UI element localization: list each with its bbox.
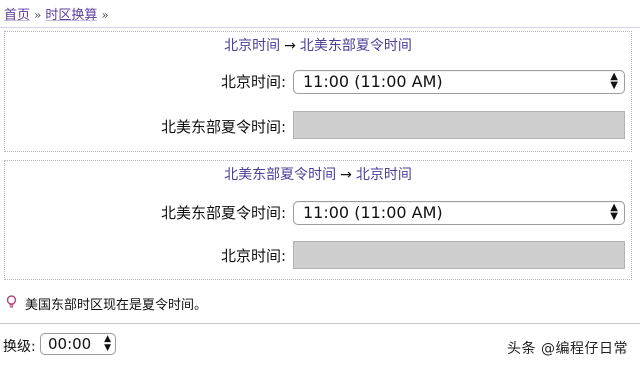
breadcrumb: 首页» 时区换算» [4, 4, 113, 23]
dst-note-text: 美国东部时区现在是夏令时间。 [25, 298, 208, 313]
arrow-right-icon: → [340, 167, 352, 183]
watermark: 头条 @编程仔日常 [507, 341, 628, 357]
zoom-select[interactable]: 00:00 ▲ ▼ [40, 333, 116, 355]
footer-divider [0, 323, 640, 324]
breadcrumb-separator: » [34, 8, 42, 22]
edt-time-label: 北美东部夏令时间: [160, 118, 286, 136]
beijing-time-output-label: 北京时间: [220, 247, 286, 265]
breadcrumb-separator: » [101, 8, 109, 22]
beijing-time-result [293, 241, 625, 269]
dst-note: 美国东部时区现在是夏令时间。 [6, 294, 207, 313]
breadcrumb-timezone-link[interactable]: 时区换算 [45, 8, 97, 23]
panel-title-to: 北美东部夏令时间 [299, 38, 412, 54]
select-arrows-icon: ▲ ▼ [104, 334, 111, 353]
select-arrows-icon: ▲ ▼ [610, 71, 618, 91]
edt-time-select-value: 11:00 (11:00 AM) [303, 203, 443, 222]
beijing-to-edt-panel: 北京时间 → 北美东部夏令时间 北京时间: 11:00 (11:00 AM) ▲ ▼ … [4, 31, 632, 152]
zoom-label: 换级: [3, 339, 36, 355]
panel-title-to: 北京时间 [355, 167, 412, 183]
panel-title-from: 北美东部夏令时间 [224, 167, 337, 183]
zoom-select-value: 00:00 [48, 335, 92, 353]
panel-title-from: 北京时间 [224, 38, 281, 54]
select-arrows-icon: ▲ ▼ [610, 202, 618, 222]
edt-time-result [293, 111, 625, 139]
beijing-time-select[interactable]: 11:00 (11:00 AM) ▲ ▼ [293, 70, 625, 94]
panel-title: 北京时间 → 北美东部夏令时间 [5, 35, 631, 55]
breadcrumb-home-link[interactable]: 首页 [4, 8, 30, 23]
beijing-time-select-value: 11:00 (11:00 AM) [303, 72, 443, 91]
header-divider [0, 27, 640, 28]
lightbulb-icon [6, 294, 17, 313]
beijing-time-label: 北京时间: [220, 73, 286, 91]
edt-time-select[interactable]: 11:00 (11:00 AM) ▲ ▼ [293, 201, 625, 225]
edt-time-input-label: 北美东部夏令时间: [160, 204, 286, 222]
edt-to-beijing-panel: 北美东部夏令时间 → 北京时间 北美东部夏令时间: 11:00 (11:00 AM)… [4, 160, 632, 280]
arrow-right-icon: → [284, 38, 296, 54]
panel-title: 北美东部夏令时间 → 北京时间 [5, 164, 631, 184]
